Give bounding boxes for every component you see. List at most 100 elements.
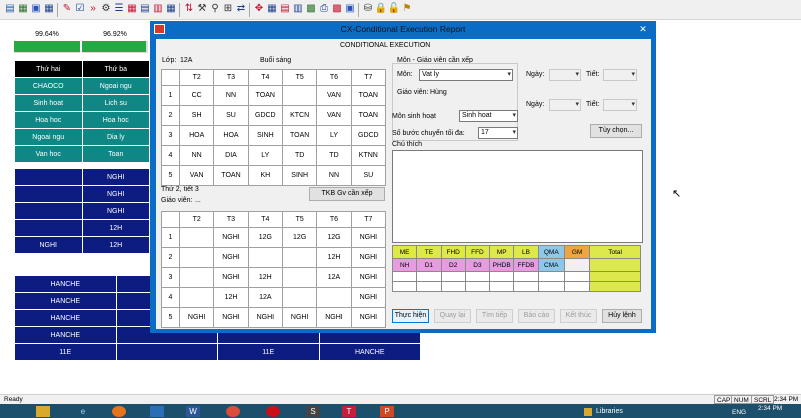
- schedule-cell[interactable]: SH: [178, 105, 215, 126]
- schedule-cell[interactable]: GDCD: [350, 125, 387, 146]
- schedule-cell[interactable]: VAN: [178, 165, 215, 186]
- schedule-cell[interactable]: NGHI: [316, 307, 352, 328]
- timetable-app-icon[interactable]: T: [342, 406, 356, 417]
- edit-icon[interactable]: ✎: [61, 3, 73, 15]
- schedule-cell[interactable]: Ngoai ngu: [14, 128, 83, 146]
- sort-icon[interactable]: ⇅: [183, 3, 195, 15]
- schedule-cell[interactable]: Hoa hoc: [81, 111, 150, 129]
- schedule-cell[interactable]: SINH: [281, 165, 318, 186]
- schedule-cell[interactable]: 12H: [316, 247, 352, 268]
- app-taskbar-icon[interactable]: [150, 406, 164, 417]
- list-icon[interactable]: ☰: [113, 3, 125, 15]
- schedule-cell[interactable]: KTCN: [281, 105, 318, 126]
- schedule-cell[interactable]: [281, 287, 318, 308]
- move-icon[interactable]: ✥: [253, 3, 265, 15]
- activity-select[interactable]: Sinh hoat ▾: [459, 110, 518, 122]
- libraries-label[interactable]: Libraries: [596, 406, 623, 417]
- schedule-cell[interactable]: NGHI: [213, 307, 249, 328]
- schedule-cell[interactable]: [178, 287, 215, 308]
- absence-cell[interactable]: [14, 202, 83, 220]
- terminal-icon[interactable]: S: [306, 406, 320, 417]
- schedule-cell[interactable]: NGHI: [213, 247, 249, 268]
- palette-icon[interactable]: ▩: [331, 3, 343, 15]
- period-select-2[interactable]: ▾: [603, 99, 637, 111]
- schedule-cell[interactable]: NGHI: [247, 307, 283, 328]
- restriction-cell[interactable]: 11E: [217, 343, 320, 361]
- day-header[interactable]: Thứ hai: [14, 60, 83, 78]
- table-edit-icon[interactable]: ▦: [165, 3, 177, 15]
- schedule-cell[interactable]: 12H: [247, 267, 283, 288]
- schedule-cell[interactable]: Ngoai ngu: [81, 77, 150, 95]
- forward-icon[interactable]: »: [87, 3, 99, 15]
- view-icon[interactable]: ▣: [344, 3, 356, 15]
- class-schedule-table[interactable]: T2 T3 T4 T5 T6 T7 1 CC NN TOAN VAN TOAN 2 SH SU GDCD KTC…: [161, 69, 387, 186]
- calendar-icon[interactable]: ▦: [126, 3, 138, 15]
- restriction-cell[interactable]: HANCHE: [14, 292, 117, 310]
- day-select-1[interactable]: ▾: [549, 69, 581, 81]
- report-button[interactable]: Báo cáo: [518, 309, 555, 323]
- browser-icon[interactable]: e: [76, 406, 90, 417]
- schedule-cell[interactable]: LY: [316, 125, 352, 146]
- schedule-cell[interactable]: TOAN: [247, 85, 283, 106]
- cancel-button[interactable]: Hủy lệnh: [602, 309, 642, 323]
- teacher-schedule-table[interactable]: T2 T3 T4 T5 T6 T7 1 NGHI 12G 12G 12G NGHI 2 NGHI 12H NG…: [161, 211, 387, 328]
- check-icon[interactable]: ☑: [74, 3, 86, 15]
- schedule-cell[interactable]: NN: [178, 145, 215, 166]
- schedule-cell[interactable]: TOAN: [350, 105, 387, 126]
- lock-icon[interactable]: 🔒: [375, 3, 387, 15]
- unlock-icon[interactable]: 🔓: [388, 3, 400, 15]
- schedule-cell[interactable]: NGHI: [350, 247, 387, 268]
- period-select-1[interactable]: ▾: [603, 69, 637, 81]
- schedule-cell[interactable]: 12H: [213, 287, 249, 308]
- next-button[interactable]: Tìm tiếp: [476, 309, 513, 323]
- schedule-cell[interactable]: KTNN: [350, 145, 387, 166]
- schedule-cell[interactable]: DIA: [213, 145, 249, 166]
- schedule-cell[interactable]: NGHI: [350, 227, 387, 248]
- schedule-cell[interactable]: [281, 267, 318, 288]
- language-indicator[interactable]: ENG: [732, 409, 746, 416]
- schedule-cell[interactable]: [178, 247, 215, 268]
- absence-cell[interactable]: [14, 219, 83, 237]
- absence-cell[interactable]: [14, 185, 83, 203]
- schedule-cell[interactable]: [281, 85, 318, 106]
- schedule-cell[interactable]: Toan: [81, 145, 150, 163]
- finish-button[interactable]: Kết thúc: [560, 309, 597, 323]
- restriction-cell[interactable]: HANCHE: [14, 326, 117, 344]
- schedule-cell[interactable]: NGHI: [350, 307, 387, 328]
- table-icon[interactable]: ▦: [43, 3, 55, 15]
- absence-cell[interactable]: [14, 168, 83, 186]
- schedule-cell[interactable]: 12G: [281, 227, 318, 248]
- restriction-cell[interactable]: HANCHE: [14, 275, 117, 293]
- print-icon[interactable]: ⎙: [318, 3, 330, 15]
- schedule-cell[interactable]: NGHI: [178, 307, 215, 328]
- restriction-cell[interactable]: [115, 343, 218, 361]
- options-button[interactable]: Tùy chọn...: [590, 124, 642, 138]
- grid-view-icon[interactable]: ▦: [266, 3, 278, 15]
- schedule-cell[interactable]: [247, 247, 283, 268]
- schedule-cell[interactable]: 12A: [316, 267, 352, 288]
- schedule-cell[interactable]: [178, 267, 215, 288]
- back-button[interactable]: Quay lại: [434, 309, 471, 323]
- restriction-cell[interactable]: HANCHE: [318, 343, 421, 361]
- schedule-cell[interactable]: Lich su: [81, 94, 150, 112]
- word-icon[interactable]: W: [186, 406, 200, 417]
- document-icon[interactable]: ▤: [139, 3, 151, 15]
- schedule-cell[interactable]: Van hoc: [14, 145, 83, 163]
- schedule-cell[interactable]: 12G: [247, 227, 283, 248]
- day-select-2[interactable]: ▾: [549, 99, 581, 111]
- schedule-cell[interactable]: NN: [213, 85, 249, 106]
- schedule-cell[interactable]: GDCD: [247, 105, 283, 126]
- schedule-cell[interactable]: TOAN: [213, 165, 249, 186]
- schedule-cell[interactable]: TD: [316, 145, 352, 166]
- schedule-cell[interactable]: NN: [316, 165, 352, 186]
- absence-cell[interactable]: NGHI: [81, 168, 150, 186]
- tree-icon[interactable]: ⊞: [222, 3, 234, 15]
- taskbar-clock[interactable]: 2:34 PM: [758, 405, 782, 412]
- schedule-cell[interactable]: CC: [178, 85, 215, 106]
- schedule-cell[interactable]: CHAOCO: [14, 77, 83, 95]
- schedule-cell[interactable]: [316, 287, 352, 308]
- notes-textarea[interactable]: [392, 150, 643, 243]
- schedule-cell[interactable]: VAN: [316, 85, 352, 106]
- max-steps-select[interactable]: 17 ▾: [478, 127, 518, 139]
- schedule-cell[interactable]: SINH: [247, 125, 283, 146]
